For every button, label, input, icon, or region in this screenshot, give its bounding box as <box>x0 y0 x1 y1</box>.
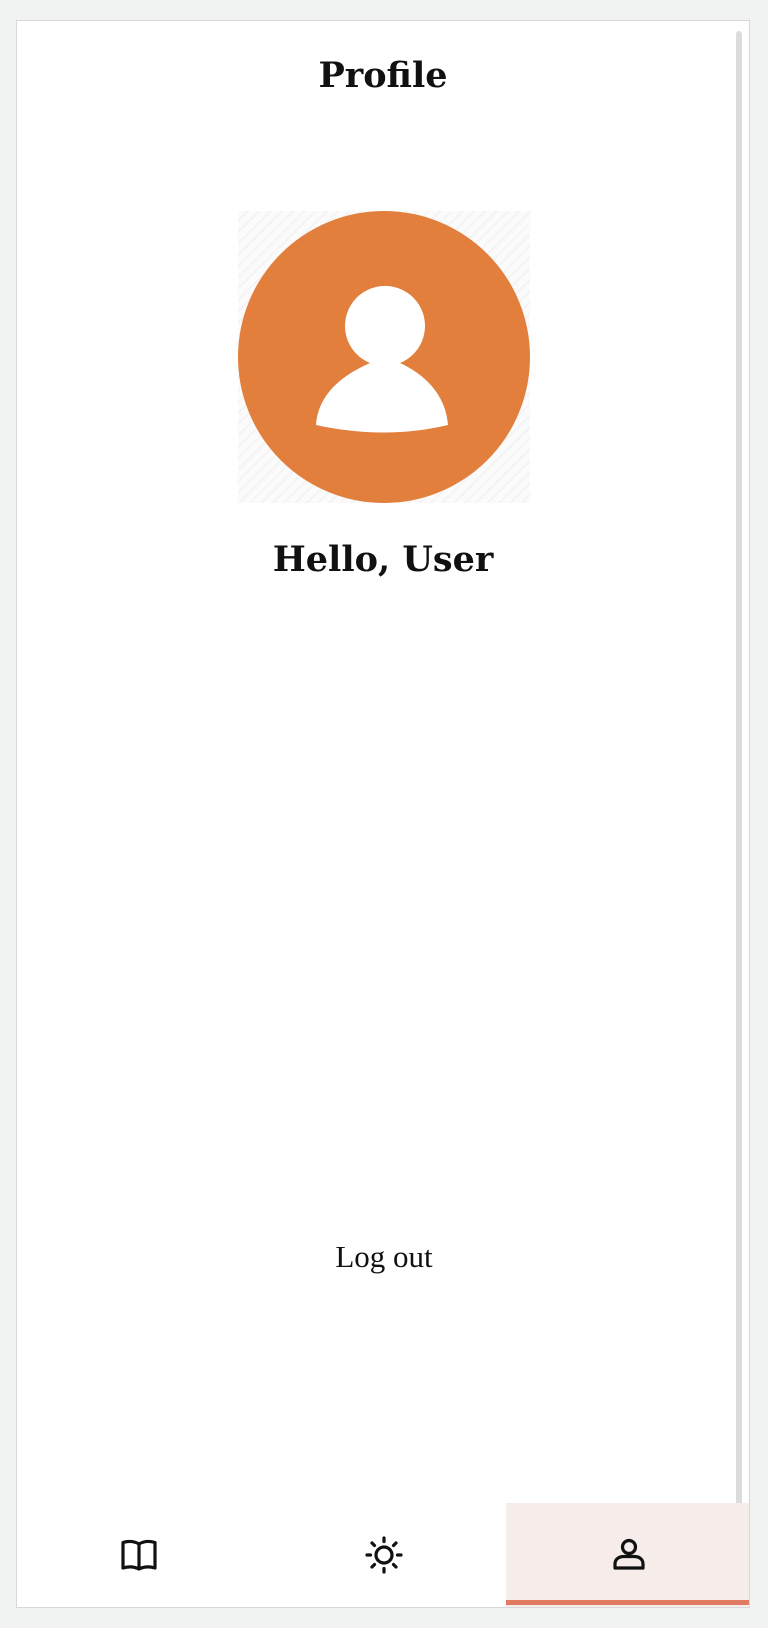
page-title: Profile <box>318 55 448 96</box>
nav-tab-library[interactable] <box>17 1503 262 1607</box>
nav-tab-theme[interactable] <box>262 1503 507 1607</box>
user-icon <box>613 1538 645 1570</box>
greeting-text: Hello, User <box>272 539 494 580</box>
scrollbar[interactable] <box>736 31 742 1573</box>
app-screen: Profile Hello, User Log out <box>16 20 750 1608</box>
logout-button[interactable]: Log out <box>284 1239 484 1275</box>
avatar <box>238 211 530 503</box>
user-avatar-icon <box>238 211 530 503</box>
nav-tab-profile[interactable] <box>506 1503 749 1607</box>
bottom-navigation <box>17 1503 749 1607</box>
sun-icon <box>365 1536 403 1574</box>
book-icon <box>121 1539 157 1571</box>
